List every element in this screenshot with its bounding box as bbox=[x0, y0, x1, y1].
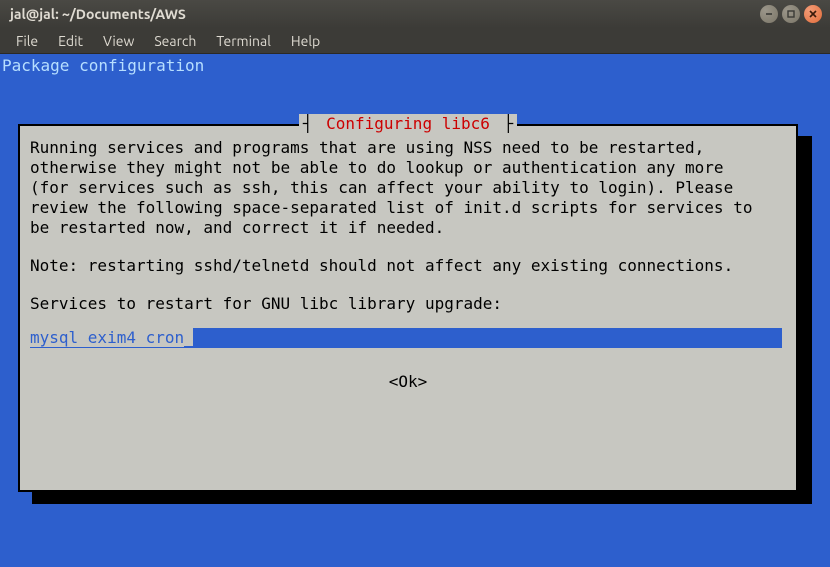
config-dialog: ┤ Configuring libc6 ├ Running services a… bbox=[18, 124, 798, 492]
ok-button[interactable]: <Ok> bbox=[389, 372, 428, 391]
dialog-note-text: Note: restarting sshd/telnetd should not… bbox=[30, 256, 786, 276]
package-config-header: Package configuration bbox=[0, 54, 830, 78]
menubar: File Edit View Search Terminal Help bbox=[0, 28, 830, 54]
dialog-title-row: ┤ Configuring libc6 ├ bbox=[20, 114, 796, 134]
window-title: jal@jal: ~/Documents/AWS bbox=[10, 6, 760, 22]
menu-terminal[interactable]: Terminal bbox=[206, 30, 281, 52]
text-cursor bbox=[184, 328, 193, 346]
dialog-body-text: Running services and programs that are u… bbox=[30, 138, 786, 238]
menu-edit[interactable]: Edit bbox=[48, 30, 93, 52]
menu-view[interactable]: View bbox=[93, 30, 144, 52]
maximize-icon[interactable] bbox=[782, 5, 800, 23]
dialog-prompt-text: Services to restart for GNU libc library… bbox=[30, 294, 786, 314]
services-input-value: mysql exim4 cron bbox=[30, 328, 184, 347]
services-input[interactable]: mysql exim4 cron bbox=[30, 328, 782, 348]
frame-left-glyph: ┤ bbox=[303, 114, 313, 133]
terminal-window: jal@jal: ~/Documents/AWS File Edit View … bbox=[0, 0, 830, 567]
minimize-icon[interactable] bbox=[760, 5, 778, 23]
terminal-area[interactable]: Package configuration ┤ Configuring libc… bbox=[0, 54, 830, 567]
menu-search[interactable]: Search bbox=[144, 30, 206, 52]
close-icon[interactable] bbox=[804, 5, 822, 23]
window-controls bbox=[760, 5, 822, 23]
menu-help[interactable]: Help bbox=[281, 30, 330, 52]
frame-right-glyph: ├ bbox=[504, 114, 514, 133]
dialog-title: Configuring libc6 bbox=[322, 114, 494, 133]
titlebar[interactable]: jal@jal: ~/Documents/AWS bbox=[0, 0, 830, 28]
menu-file[interactable]: File bbox=[6, 30, 48, 52]
